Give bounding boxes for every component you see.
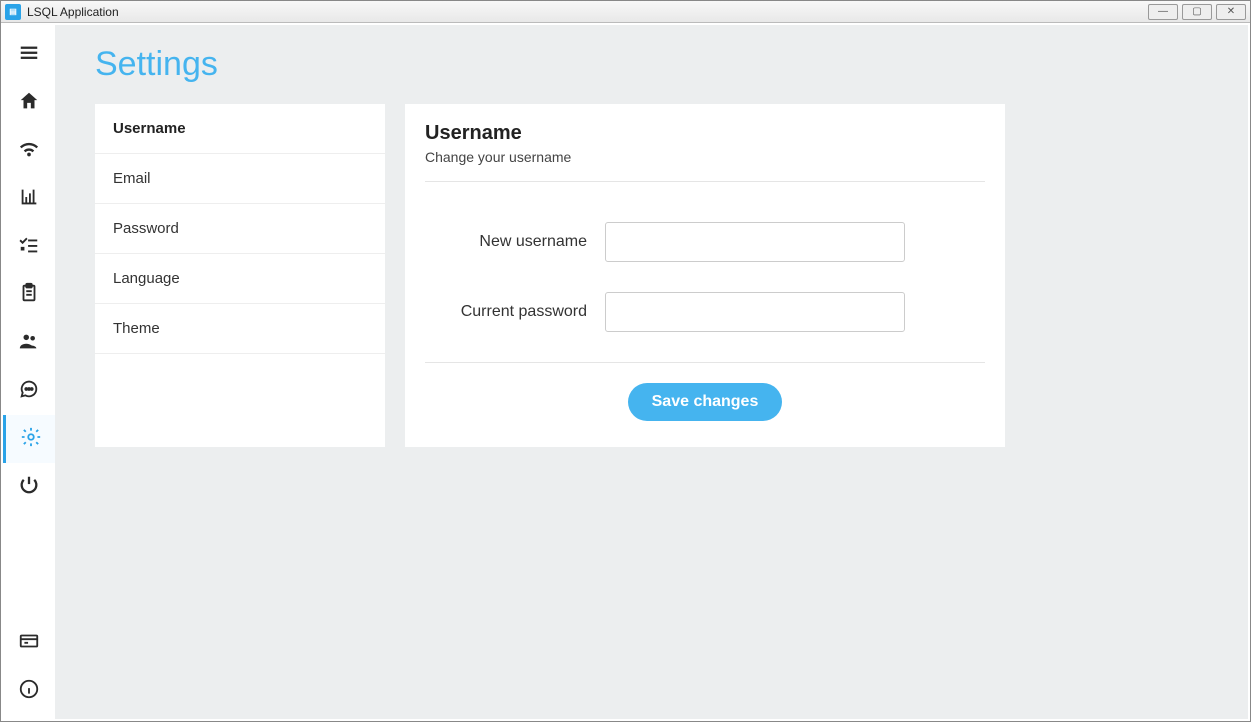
settings-tab-password[interactable]: Password [95, 204, 385, 254]
divider [425, 362, 985, 363]
settings-tab-email[interactable]: Email [95, 154, 385, 204]
window-maximize-button[interactable]: ▢ [1182, 4, 1212, 20]
menu-icon [18, 42, 40, 69]
sidebar-item-messages[interactable] [3, 367, 55, 415]
panel-description: Change your username [425, 149, 985, 165]
sidebar-item-card[interactable] [3, 619, 55, 667]
wifi-icon [18, 138, 40, 165]
card-icon [18, 630, 40, 657]
app-body: Settings Username Email Password Languag… [1, 23, 1250, 721]
save-changes-button[interactable]: Save changes [628, 383, 783, 421]
settings-tab-language[interactable]: Language [95, 254, 385, 304]
gear-icon [20, 426, 42, 453]
sidebar-item-chart[interactable] [3, 175, 55, 223]
window-title: LSQL Application [27, 5, 119, 19]
sidebar-item-info[interactable] [3, 667, 55, 715]
sidebar-item-settings[interactable] [3, 415, 55, 463]
power-icon [18, 474, 40, 501]
checklist-icon [18, 234, 40, 261]
window-minimize-button[interactable]: — [1148, 4, 1178, 20]
input-new-username[interactable] [605, 222, 905, 262]
settings-panel: Username Change your username New userna… [405, 104, 1005, 447]
users-icon [18, 330, 40, 357]
input-current-password[interactable] [605, 292, 905, 332]
clipboard-icon [18, 282, 40, 309]
sidebar-item-tasks[interactable] [3, 223, 55, 271]
label-current-password: Current password [425, 303, 605, 321]
home-icon [18, 90, 40, 117]
sidebar-menu-toggle[interactable] [3, 31, 55, 79]
settings-tab-theme[interactable]: Theme [95, 304, 385, 354]
chat-icon [18, 378, 40, 405]
window-titlebar: ▤ LSQL Application — ▢ ✕ [1, 1, 1250, 23]
sidebar-item-clipboard[interactable] [3, 271, 55, 319]
settings-tab-username[interactable]: Username [95, 104, 385, 154]
sidebar-item-power[interactable] [3, 463, 55, 511]
page-title: Settings [95, 45, 1208, 84]
settings-menu: Username Email Password Language Theme [95, 104, 385, 447]
form-row-new-username: New username [425, 222, 985, 262]
form-row-current-password: Current password [425, 292, 985, 332]
window-close-button[interactable]: ✕ [1216, 4, 1246, 20]
sidebar-item-home[interactable] [3, 79, 55, 127]
panel-title: Username [425, 122, 985, 145]
sidebar-item-wifi[interactable] [3, 127, 55, 175]
divider [425, 181, 985, 182]
chart-icon [18, 186, 40, 213]
sidebar-item-users[interactable] [3, 319, 55, 367]
app-icon: ▤ [5, 4, 21, 20]
info-icon [18, 678, 40, 705]
sidebar [3, 25, 55, 719]
label-new-username: New username [425, 233, 605, 251]
main-content: Settings Username Email Password Languag… [55, 25, 1248, 719]
